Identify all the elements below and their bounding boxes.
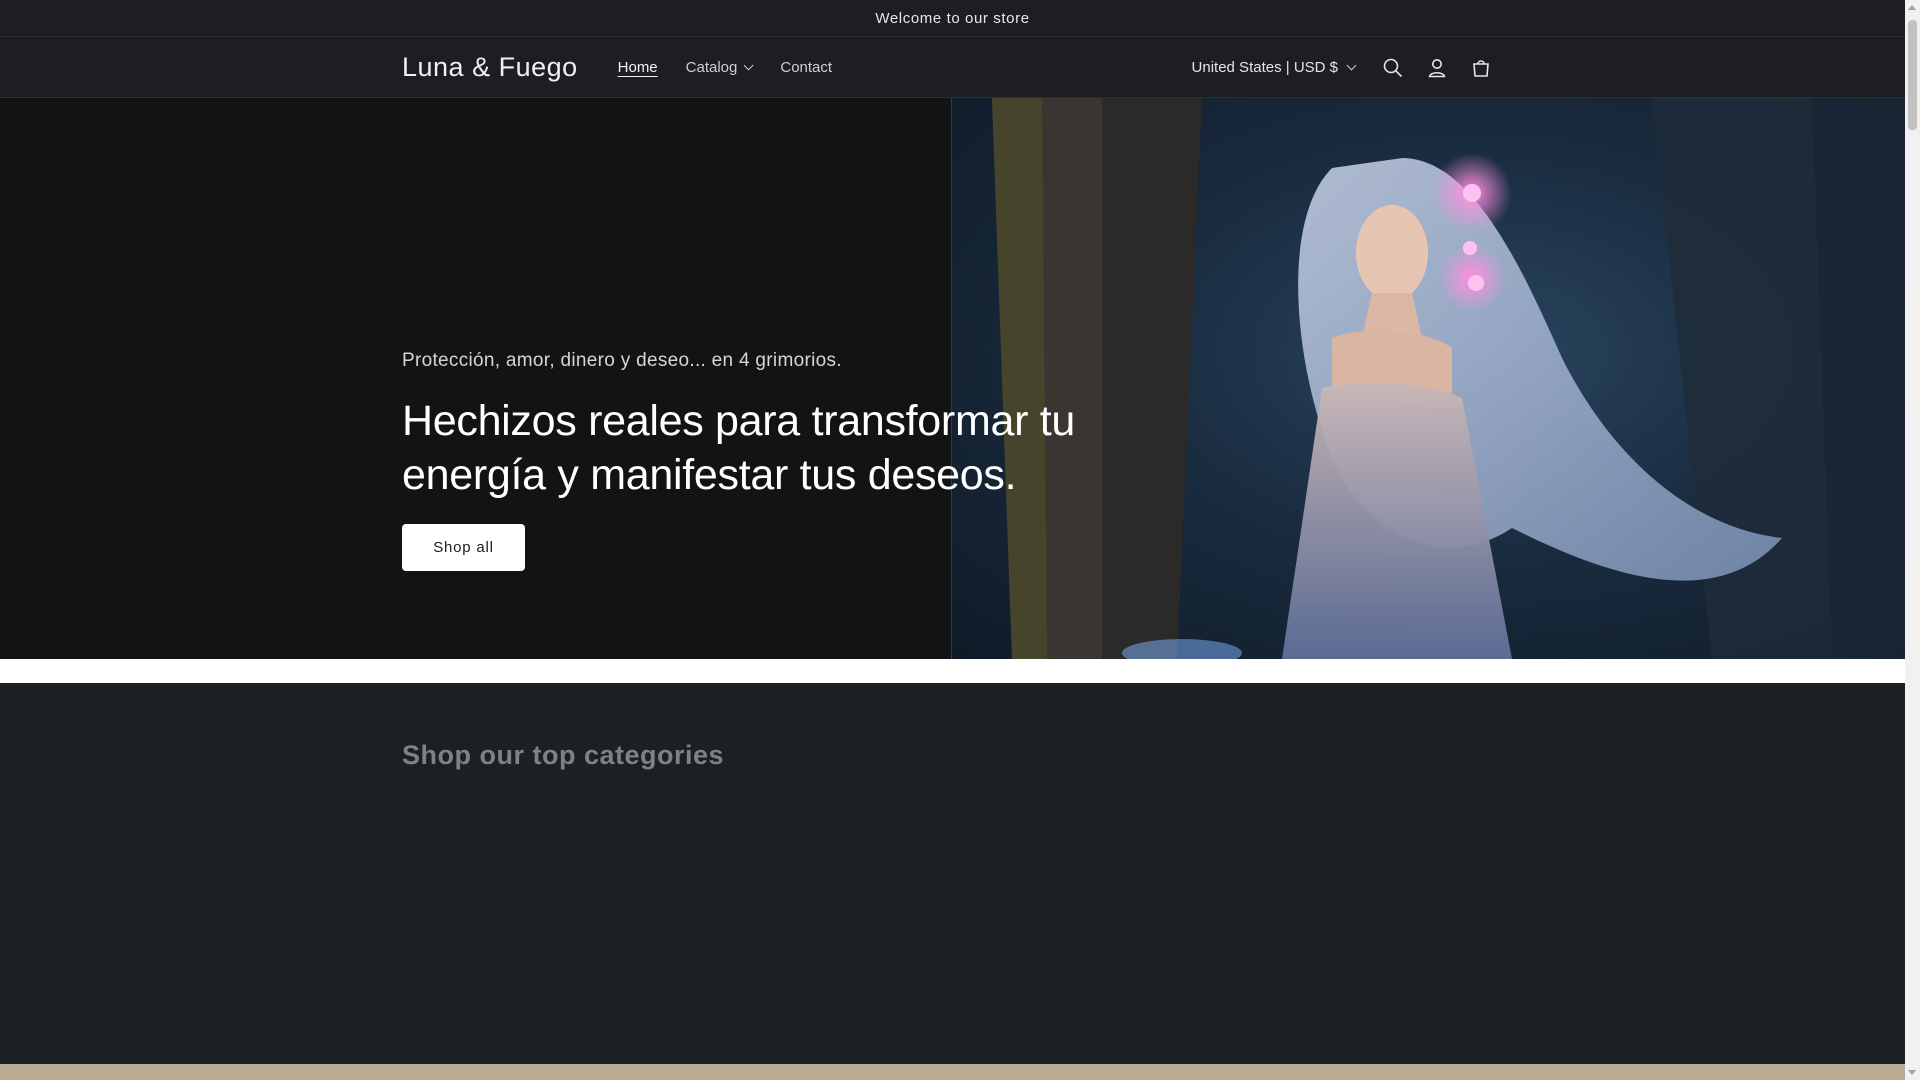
scroll-thumb[interactable]: [1908, 20, 1917, 130]
announcement-bar: Welcome to our store: [0, 0, 1905, 37]
country-selector[interactable]: United States | USD $: [1182, 51, 1365, 84]
hero-title: Hechizos reales para transformar tu ener…: [402, 397, 1076, 499]
cart-button[interactable]: [1459, 46, 1503, 90]
announcement-text: Welcome to our store: [875, 9, 1030, 27]
hero-content: Protección, amor, dinero y deseo... en 4…: [402, 350, 1122, 571]
shop-all-button[interactable]: Shop all: [402, 524, 525, 571]
site-header: Luna & Fuego Home Catalog Contact United…: [0, 37, 1905, 98]
country-selector-label: United States | USD $: [1191, 59, 1338, 76]
main-nav: Home Catalog Contact: [606, 51, 844, 84]
vertical-scrollbar[interactable]: [1905, 0, 1920, 1080]
cart-icon: [1473, 59, 1489, 77]
account-button[interactable]: [1415, 46, 1459, 90]
nav-catalog[interactable]: Catalog: [674, 51, 765, 84]
page: Welcome to our store Luna & Fuego Home C…: [0, 0, 1905, 1080]
nav-home[interactable]: Home: [606, 51, 670, 84]
hero-subtitle: Protección, amor, dinero y deseo... en 4…: [402, 350, 842, 371]
account-icon: [1428, 58, 1446, 77]
categories-heading: Shop our top categories: [402, 740, 725, 770]
scroll-down-arrow-icon[interactable]: [1908, 1070, 1916, 1075]
nav-contact[interactable]: Contact: [768, 51, 844, 84]
nav-contact-label: Contact: [780, 59, 833, 76]
store-logo[interactable]: Luna & Fuego: [402, 52, 578, 83]
scroll-up-arrow-icon[interactable]: [1908, 5, 1916, 10]
chevron-down-icon: [743, 60, 754, 71]
nav-catalog-label: Catalog: [685, 59, 738, 76]
search-icon: [1383, 58, 1403, 77]
nav-home-label: Home: [617, 59, 658, 76]
hero-banner: Protección, amor, dinero y deseo... en 4…: [0, 98, 1905, 659]
section-divider: [0, 659, 1905, 683]
search-button[interactable]: [1371, 46, 1415, 90]
chevron-down-icon: [1346, 60, 1357, 71]
top-categories-section: Shop our top categories: [0, 683, 1905, 1064]
footer-band: [0, 1064, 1905, 1080]
